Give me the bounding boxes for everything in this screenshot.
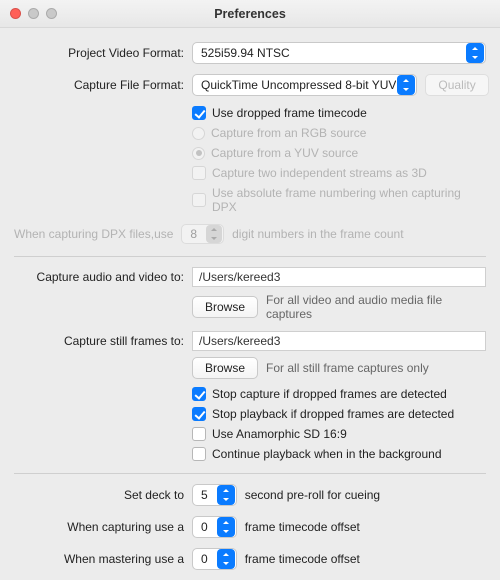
stop-playback-dropped-label: Stop playback if dropped frames are dete…	[212, 407, 454, 421]
use-dropped-frame-timecode-label: Use dropped frame timecode	[212, 106, 367, 120]
chevron-updown-icon	[217, 517, 235, 537]
capture-file-format-value: QuickTime Uncompressed 8-bit YUV	[201, 78, 396, 92]
chevron-updown-icon	[206, 225, 222, 243]
capture-av-path-label: Capture audio and video to:	[14, 270, 184, 284]
background-playback-check[interactable]	[192, 447, 206, 461]
anamorphic-check[interactable]	[192, 427, 206, 441]
titlebar: Preferences	[0, 0, 500, 28]
capture-file-format-select[interactable]: QuickTime Uncompressed 8-bit YUV	[192, 74, 417, 96]
quality-button: Quality	[425, 74, 488, 96]
rgb-source-label: Capture from an RGB source	[211, 126, 366, 140]
deck-preroll-suffix: second pre-roll for cueing	[245, 488, 380, 502]
deck-preroll-value: 5	[193, 488, 216, 502]
background-playback-label: Continue playback when in the background	[212, 447, 442, 461]
stop-playback-dropped-check[interactable]	[192, 407, 206, 421]
master-offset-stepper[interactable]: 0	[192, 548, 237, 570]
master-offset-value: 0	[193, 552, 216, 566]
capture-offset-value: 0	[193, 520, 216, 534]
capture-file-format-label: Capture File Format:	[14, 78, 184, 92]
absolute-frame-numbering-label: Use absolute frame numbering when captur…	[212, 186, 486, 214]
capture-still-path-label: Capture still frames to:	[14, 334, 184, 348]
separator	[14, 473, 486, 474]
chevron-updown-icon	[217, 549, 235, 569]
chevron-updown-icon	[397, 75, 415, 95]
capture-still-hint: For all still frame captures only	[266, 361, 429, 375]
absolute-frame-numbering-check	[192, 193, 206, 207]
rgb-source-radio	[192, 127, 205, 140]
deck-preroll-stepper[interactable]: 5	[192, 484, 237, 506]
capture-av-path-input[interactable]	[192, 267, 486, 287]
project-video-format-label: Project Video Format:	[14, 46, 184, 60]
dpx-prefix: When capturing DPX files,use	[14, 227, 173, 241]
two-streams-check	[192, 166, 206, 180]
window-title: Preferences	[0, 7, 500, 21]
capture-offset-label: When capturing use a	[14, 520, 184, 534]
dpx-digit-row: When capturing DPX files,use 8 digit num…	[14, 224, 486, 244]
preferences-body: Project Video Format: 525i59.94 NTSC Cap…	[0, 28, 500, 580]
project-video-format-value: 525i59.94 NTSC	[201, 46, 290, 60]
dpx-suffix: digit numbers in the frame count	[232, 227, 403, 241]
capture-av-hint: For all video and audio media file captu…	[266, 293, 486, 321]
yuv-source-label: Capture from a YUV source	[211, 146, 358, 160]
chevron-updown-icon	[217, 485, 235, 505]
dpx-digit-value: 8	[182, 227, 205, 241]
master-offset-suffix: frame timecode offset	[245, 552, 360, 566]
anamorphic-label: Use Anamorphic SD 16:9	[212, 427, 347, 441]
two-streams-label: Capture two independent streams as 3D	[212, 166, 427, 180]
capture-offset-stepper[interactable]: 0	[192, 516, 237, 538]
separator	[14, 256, 486, 257]
stop-capture-dropped-label: Stop capture if dropped frames are detec…	[212, 387, 447, 401]
dpx-digit-stepper: 8	[181, 224, 224, 244]
use-dropped-frame-timecode-check[interactable]	[192, 106, 206, 120]
set-deck-label: Set deck to	[14, 488, 184, 502]
yuv-source-radio	[192, 147, 205, 160]
master-offset-label: When mastering use a	[14, 552, 184, 566]
capture-offset-suffix: frame timecode offset	[245, 520, 360, 534]
browse-still-button[interactable]: Browse	[192, 357, 258, 379]
browse-av-button[interactable]: Browse	[192, 296, 258, 318]
chevron-updown-icon	[466, 43, 484, 63]
capture-still-path-input[interactable]	[192, 331, 486, 351]
stop-capture-dropped-check[interactable]	[192, 387, 206, 401]
project-video-format-select[interactable]: 525i59.94 NTSC	[192, 42, 486, 64]
